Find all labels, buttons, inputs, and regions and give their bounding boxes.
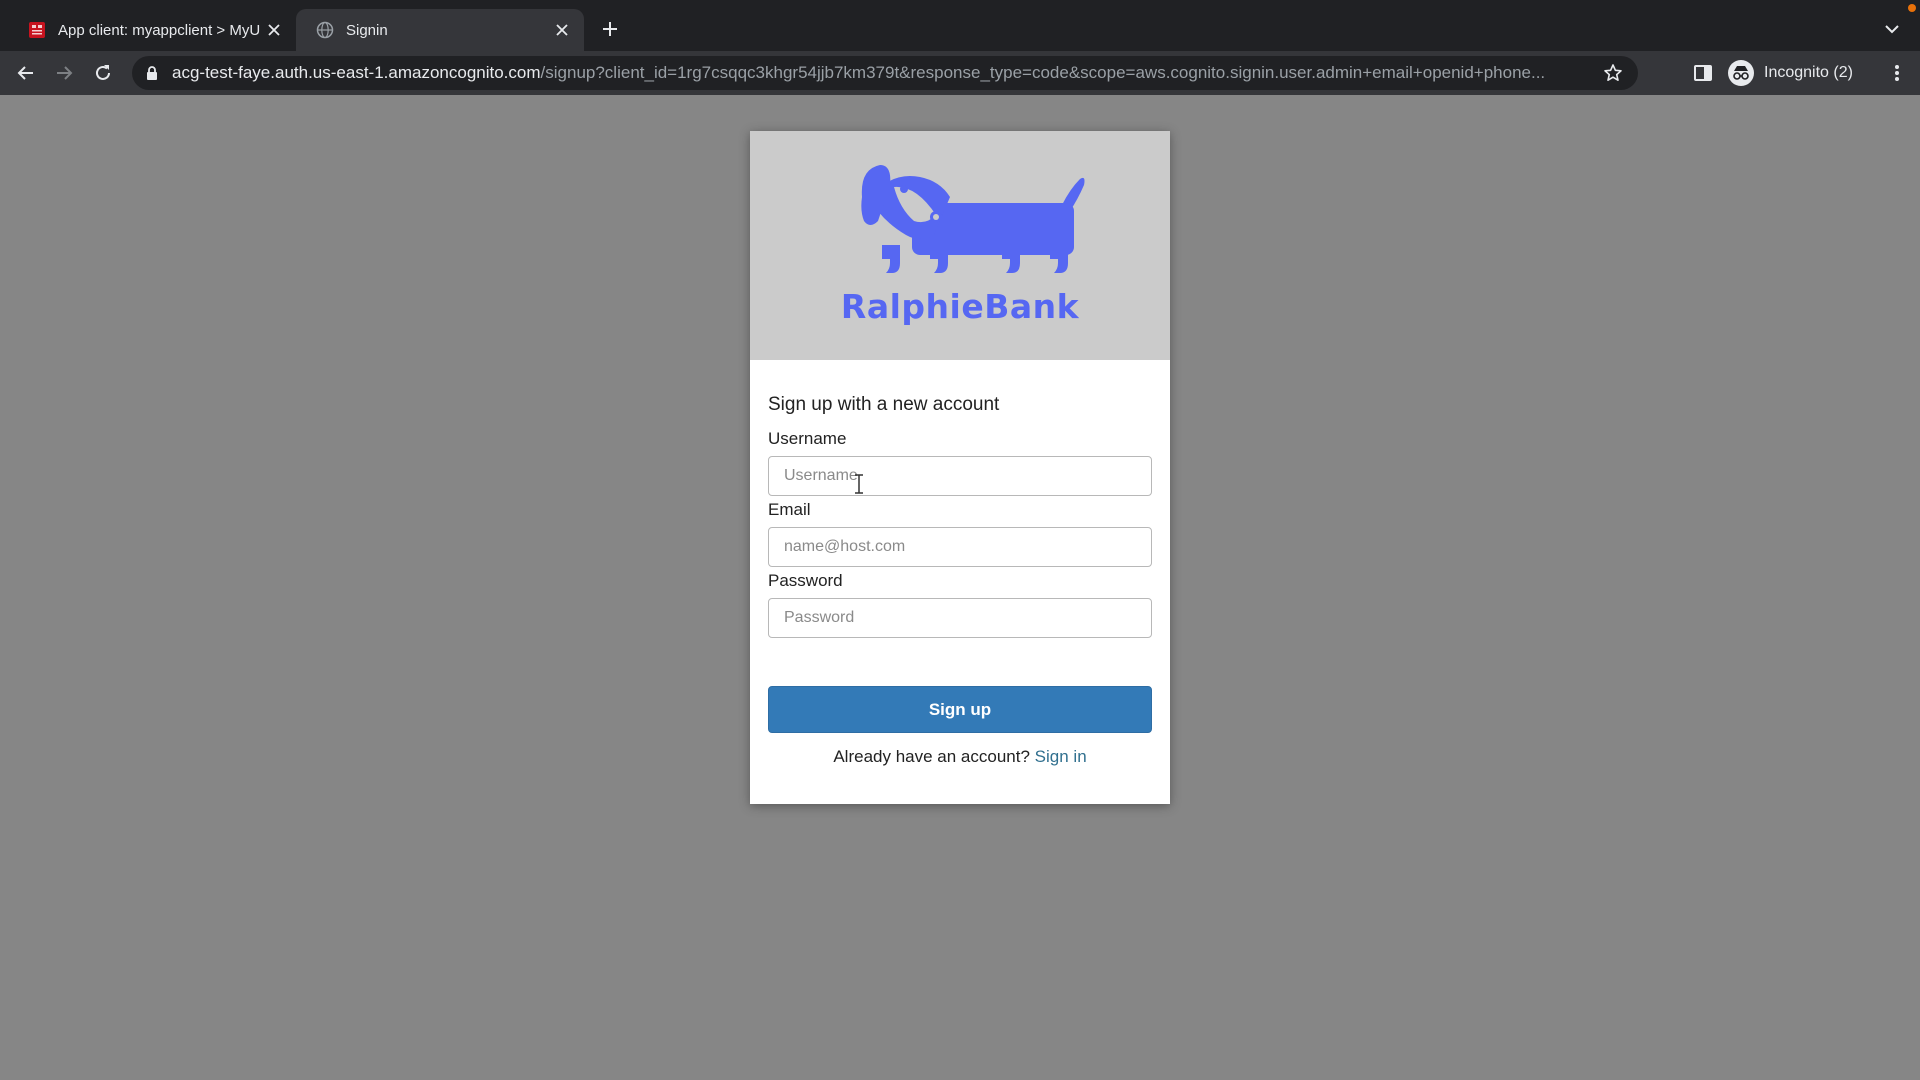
browser-tab-bar: App client: myappclient > MyU Signin xyxy=(0,0,1920,51)
signin-prompt-line: Already have an account? Sign in xyxy=(768,747,1152,767)
password-input[interactable] xyxy=(768,598,1152,638)
sign-up-button[interactable]: Sign up xyxy=(768,686,1152,733)
incognito-icon xyxy=(1728,60,1754,86)
incognito-label: Incognito (2) xyxy=(1764,64,1853,81)
tab-app-client[interactable]: App client: myappclient > MyU xyxy=(8,9,296,51)
brand-name: RalphieBank xyxy=(840,287,1080,326)
username-input-wrap xyxy=(768,456,1152,496)
close-icon[interactable] xyxy=(264,20,284,40)
username-label: Username xyxy=(768,429,847,448)
plus-icon[interactable] xyxy=(598,17,622,41)
aws-favicon xyxy=(28,21,46,39)
address-bar[interactable]: acg-test-faye.auth.us-east-1.amazoncogni… xyxy=(132,56,1638,90)
kebab-menu-icon[interactable] xyxy=(1886,62,1908,84)
reload-icon[interactable] xyxy=(91,61,115,85)
star-icon[interactable] xyxy=(1602,62,1624,84)
dog-logo xyxy=(861,165,1085,273)
side-panel-icon[interactable] xyxy=(1692,62,1714,84)
browser-toolbar: acg-test-faye.auth.us-east-1.amazoncogni… xyxy=(0,51,1920,95)
logo-banner: RalphieBank xyxy=(750,131,1170,360)
lock-icon[interactable] xyxy=(146,65,160,81)
password-label: Password xyxy=(768,571,843,590)
globe-icon xyxy=(316,21,334,39)
text-cursor-icon xyxy=(855,474,863,494)
signup-form: Sign up with a new account Username Emai… xyxy=(768,360,1152,767)
close-icon[interactable] xyxy=(552,20,572,40)
tab-title: App client: myappclient > MyU xyxy=(58,21,261,39)
forward-arrow-icon[interactable] xyxy=(52,61,76,85)
email-label: Email xyxy=(768,500,811,519)
url-path: /signup?client_id=1rg7csqqc3khgr54jjb7km… xyxy=(540,63,1546,82)
chevron-down-icon[interactable] xyxy=(1882,19,1902,39)
email-input[interactable] xyxy=(768,527,1152,567)
form-heading: Sign up with a new account xyxy=(768,394,1000,415)
url-text[interactable]: acg-test-faye.auth.us-east-1.amazoncogni… xyxy=(172,63,1592,83)
username-input[interactable] xyxy=(768,456,1152,496)
tab-signin[interactable]: Signin xyxy=(296,9,584,51)
incognito-profile-button[interactable]: Incognito (2) xyxy=(1724,57,1865,89)
url-host: acg-test-faye.auth.us-east-1.amazoncogni… xyxy=(172,63,541,82)
sign-in-link[interactable]: Sign in xyxy=(1035,747,1087,766)
tab-title: Signin xyxy=(346,21,388,39)
back-arrow-icon[interactable] xyxy=(14,61,38,85)
signup-card: RalphieBank Sign up with a new account U… xyxy=(750,131,1170,804)
signin-prompt: Already have an account? xyxy=(833,747,1030,766)
recording-indicator xyxy=(1908,4,1916,12)
